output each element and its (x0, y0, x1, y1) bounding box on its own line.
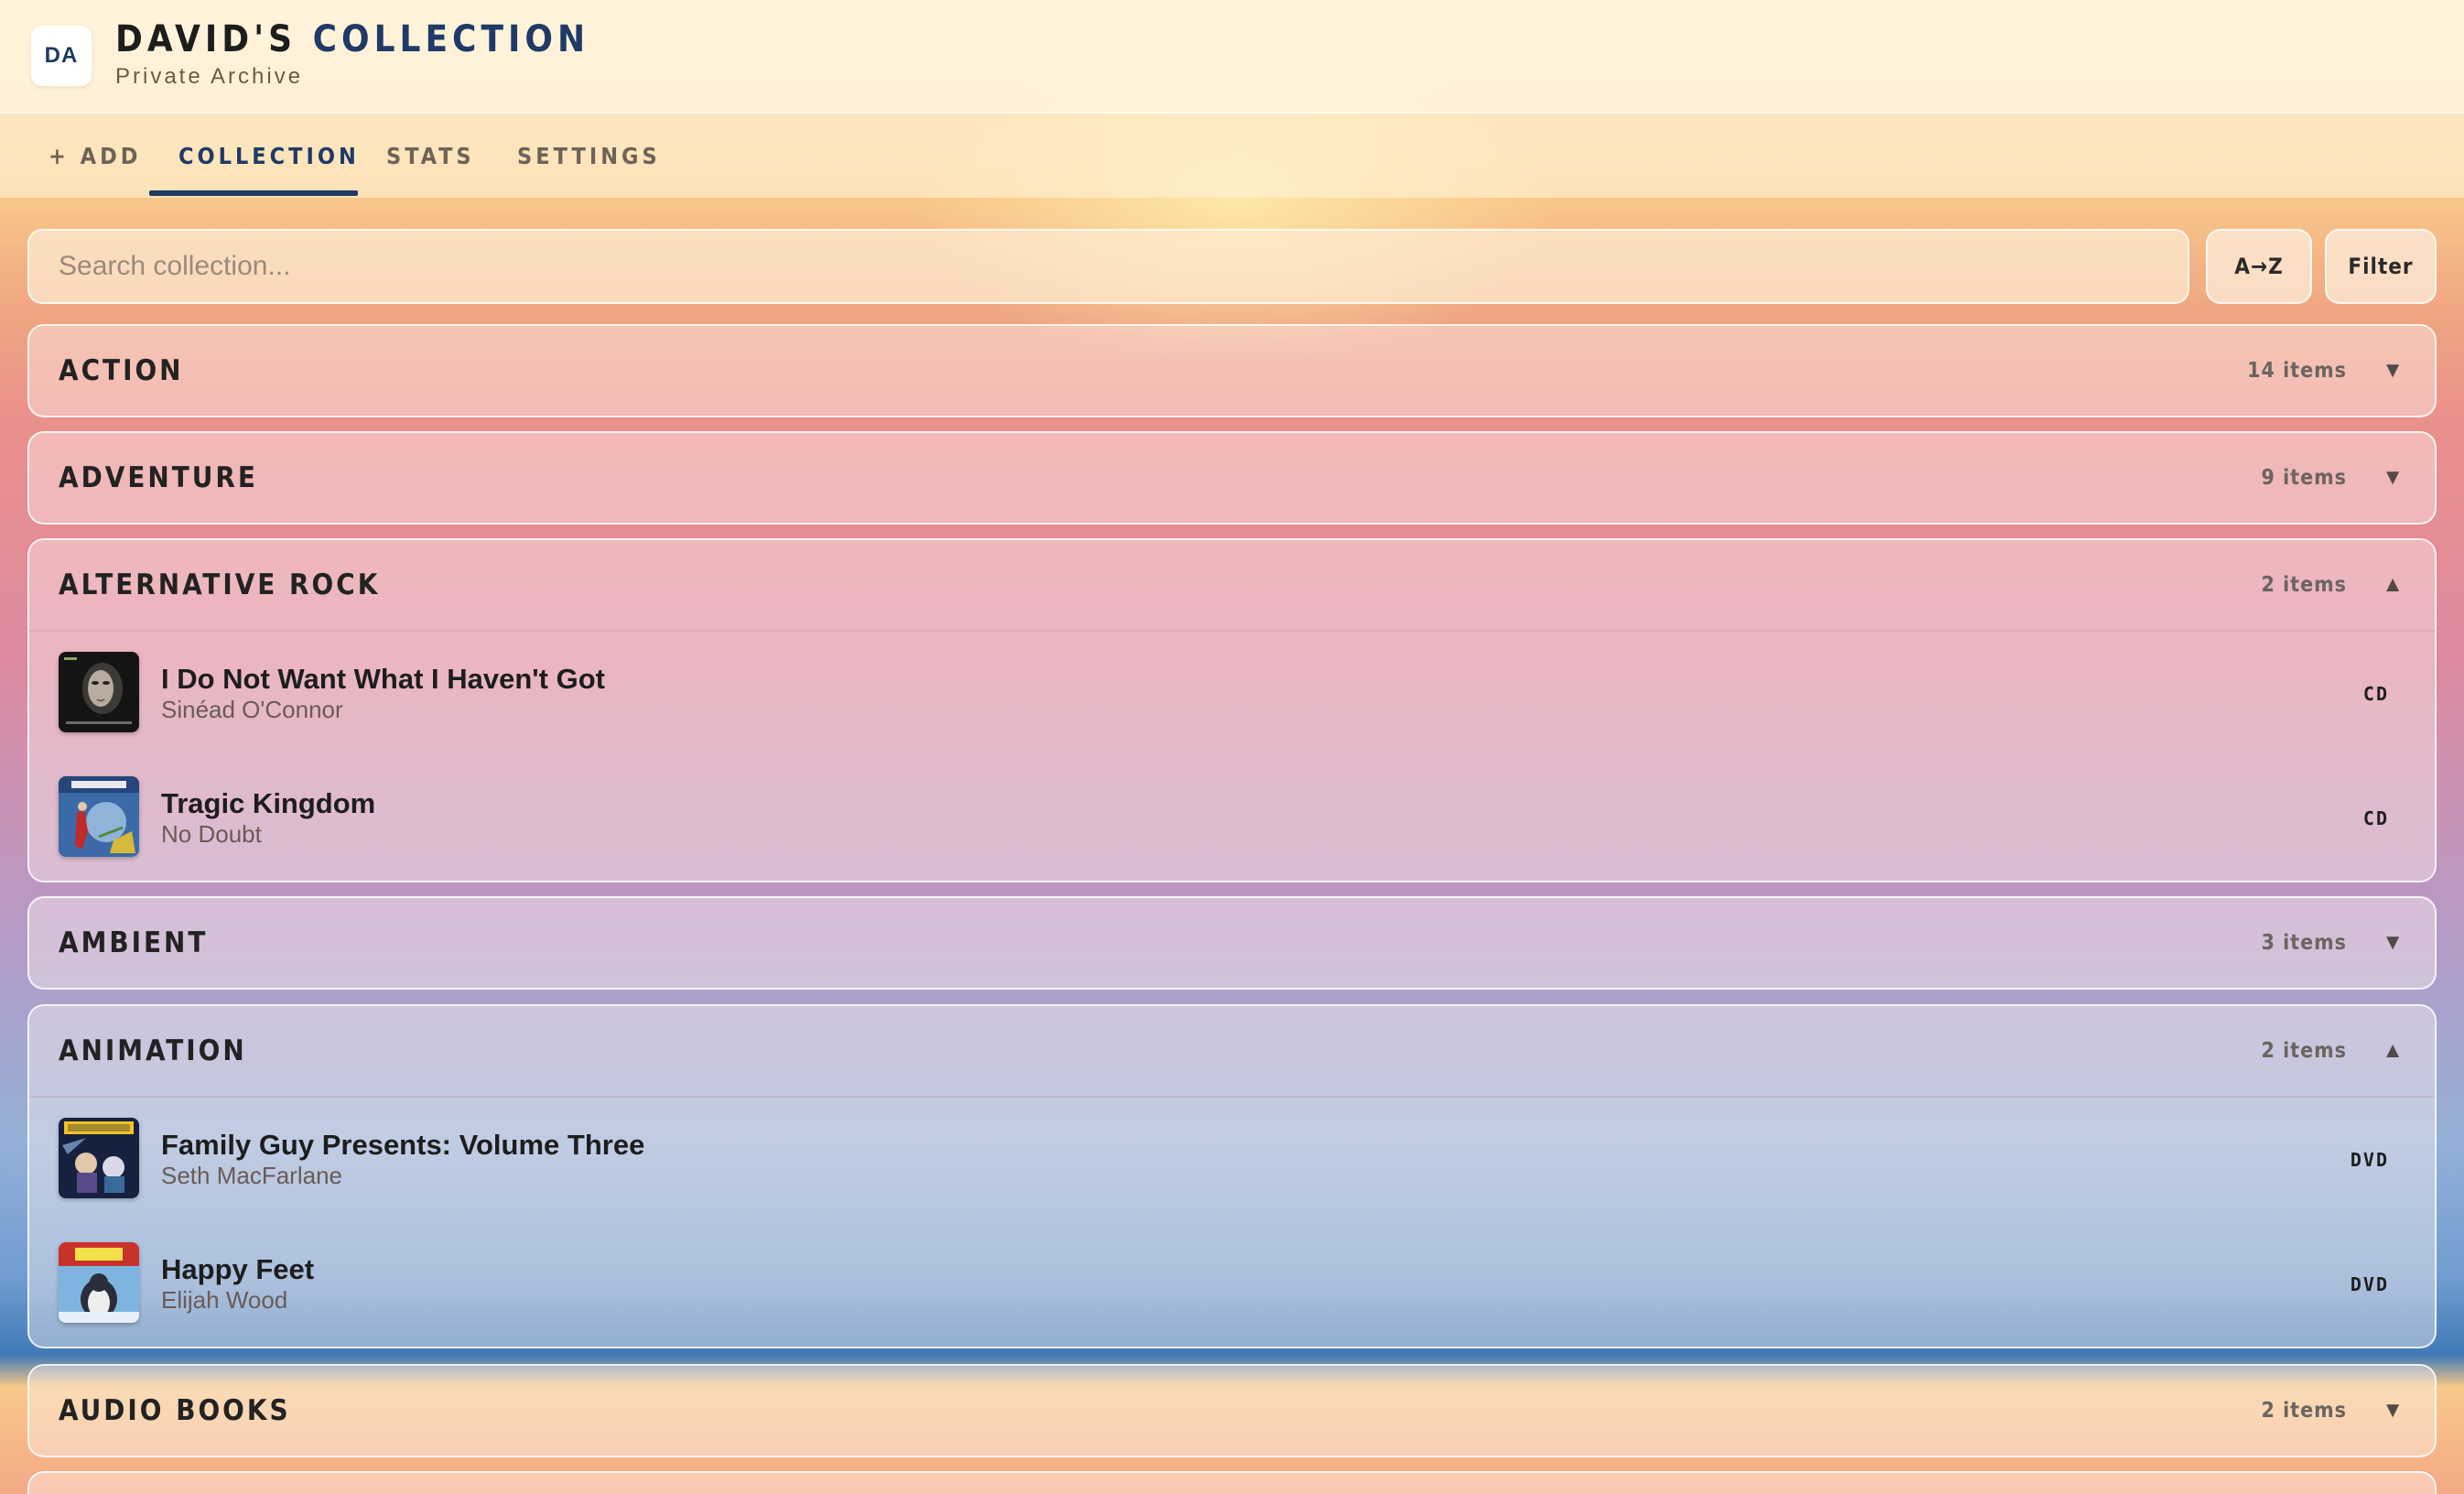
group-adventure: ADVENTURE 9 items ▼ (27, 431, 2437, 525)
item-title: Tragic Kingdom (161, 787, 376, 819)
app-title-prefix: DAVID'S (115, 18, 297, 60)
item-title: Happy Feet (161, 1253, 315, 1285)
filter-button[interactable]: Filter (2325, 229, 2437, 304)
tab-stats[interactable]: STATS (386, 114, 475, 198)
chevron-down-icon[interactable]: ▼ (2382, 1366, 2404, 1456)
group-title: ANIMATION (59, 1034, 247, 1067)
group-header[interactable]: AMBIENT 3 items ▼ (29, 898, 2435, 988)
item-title: Family Guy Presents: Volume Three (161, 1129, 645, 1161)
group-header[interactable]: ADVENTURE 9 items ▼ (29, 433, 2435, 523)
app-title: DAVID'S COLLECTION (115, 18, 589, 60)
chevron-up-icon[interactable]: ▲ (2382, 540, 2404, 630)
item-count: 14 items (2247, 359, 2347, 383)
dvd-cover-thumbnail (59, 1118, 139, 1198)
group-header[interactable]: ACTION 14 items ▼ (29, 326, 2435, 416)
group-header[interactable]: AUDIO BOOKS 2 items ▼ (29, 1366, 2435, 1456)
tab-add[interactable]: + ADD (49, 114, 141, 198)
item-artist: Sinéad O'Connor (161, 696, 343, 723)
item-count: 2 items (2261, 573, 2347, 597)
group-title: ADVENTURE (59, 461, 258, 494)
group-title: ACTION (59, 354, 184, 387)
chevron-down-icon[interactable]: ▼ (2382, 433, 2404, 523)
format-badge: DVD (2350, 1149, 2389, 1171)
main-tabs: + ADD COLLECTION STATS SETTINGS (0, 114, 2464, 198)
item-count: 3 items (2261, 931, 2347, 955)
tab-settings[interactable]: SETTINGS (517, 114, 661, 198)
avatar[interactable]: DA (31, 26, 92, 86)
app-header: DA DAVID'S COLLECTION Private Archive (0, 0, 2464, 114)
item-count: 9 items (2261, 466, 2347, 490)
format-badge: DVD (2350, 1273, 2389, 1295)
group-title: ALTERNATIVE ROCK (59, 568, 381, 601)
item-count: 2 items (2261, 1039, 2347, 1063)
group-title: AUDIO BOOKS (59, 1394, 291, 1427)
item-creator: Seth MacFarlane (161, 1162, 342, 1189)
app-subtitle: Private Archive (115, 64, 304, 89)
sort-button[interactable]: A→Z (2206, 229, 2312, 304)
format-badge: CD (2362, 683, 2389, 705)
group-alternative-rock: ALTERNATIVE ROCK 2 items ▲ I Do Not Want… (27, 538, 2437, 882)
album-cover-thumbnail (59, 652, 139, 732)
group-ambient: AMBIENT 3 items ▼ (27, 896, 2437, 990)
group-next-partial (27, 1471, 2437, 1494)
group-header[interactable]: ALTERNATIVE ROCK 2 items ▲ (29, 540, 2435, 632)
item-artist: No Doubt (161, 820, 262, 848)
album-cover-thumbnail (59, 776, 139, 857)
list-item[interactable]: Happy Feet Elijah Wood DVD (29, 1222, 2435, 1347)
item-creator: Elijah Wood (161, 1286, 288, 1314)
dvd-cover-thumbnail (59, 1242, 139, 1323)
item-title: I Do Not Want What I Haven't Got (161, 663, 605, 695)
group-animation: ANIMATION 2 items ▲ Family Guy Presents:… (27, 1004, 2437, 1348)
active-tab-indicator (149, 190, 358, 196)
app-title-accent: COLLECTION (312, 18, 590, 60)
format-badge: CD (2362, 807, 2389, 829)
group-action: ACTION 14 items ▼ (27, 324, 2437, 417)
chevron-down-icon[interactable]: ▼ (2382, 326, 2404, 416)
group-audio-books: AUDIO BOOKS 2 items ▼ (27, 1364, 2437, 1457)
search-input[interactable] (27, 229, 2189, 304)
item-count: 2 items (2261, 1399, 2347, 1423)
group-header[interactable]: ANIMATION 2 items ▲ (29, 1006, 2435, 1098)
list-item[interactable]: Tragic Kingdom No Doubt CD (29, 756, 2435, 881)
chevron-down-icon[interactable]: ▼ (2382, 898, 2404, 988)
tab-collection[interactable]: COLLECTION (178, 114, 360, 198)
group-title: AMBIENT (59, 926, 209, 959)
chevron-up-icon[interactable]: ▲ (2382, 1006, 2404, 1096)
list-item[interactable]: Family Guy Presents: Volume Three Seth M… (29, 1098, 2435, 1222)
list-item[interactable]: I Do Not Want What I Haven't Got Sinéad … (29, 632, 2435, 756)
